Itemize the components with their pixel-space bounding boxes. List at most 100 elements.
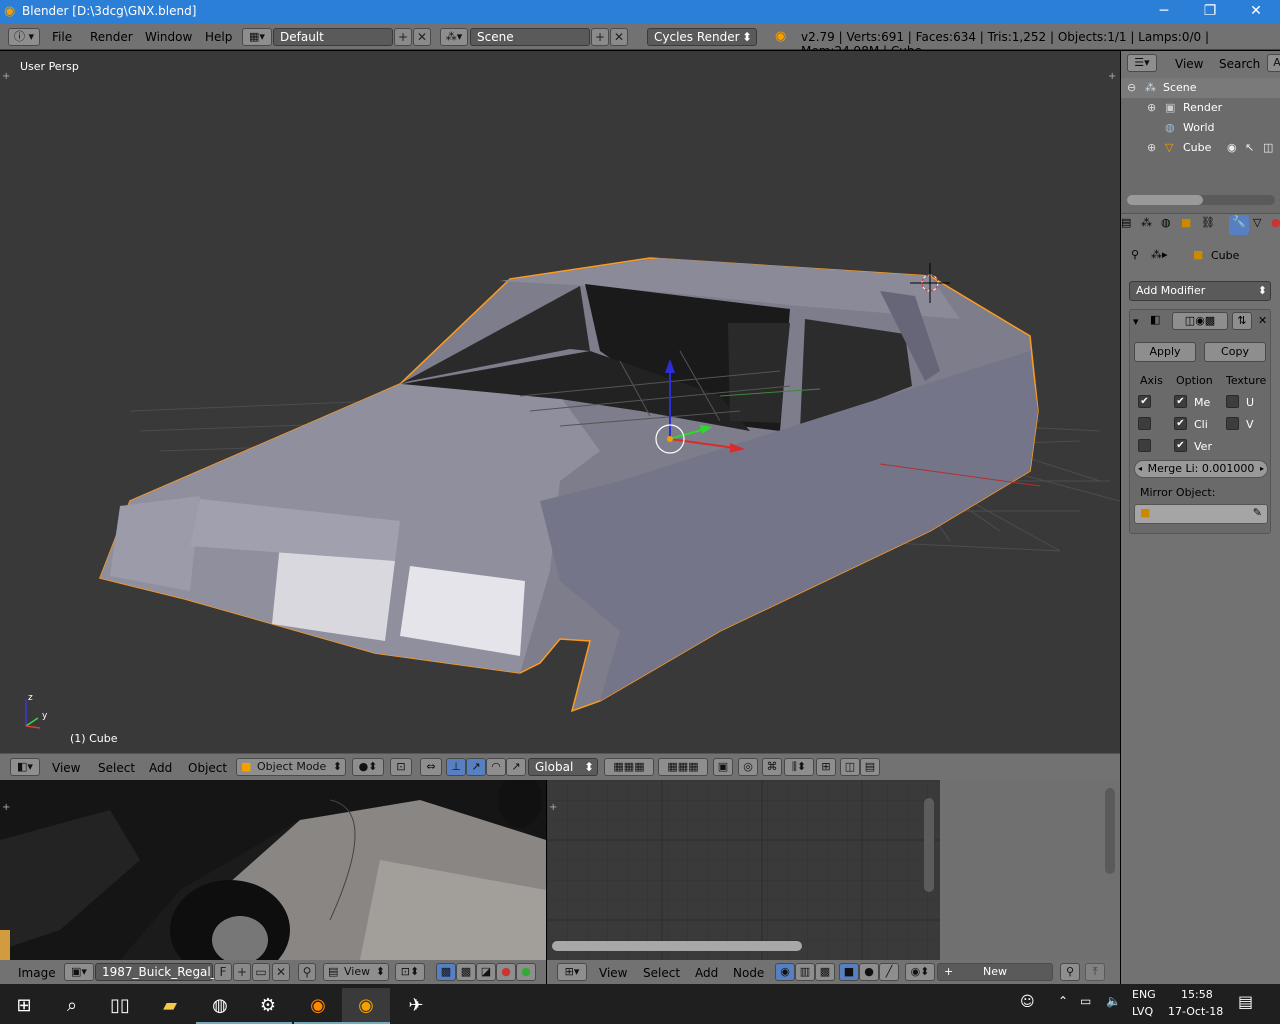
tab-material-icon[interactable]: ●	[1271, 216, 1280, 229]
tab-object-icon[interactable]: ■	[1181, 216, 1199, 229]
image-editor[interactable]: +	[0, 780, 546, 960]
editor-type-node-icon[interactable]: ⊞▾	[557, 963, 587, 981]
blender-taskbar-icon[interactable]: ◉	[342, 988, 390, 1024]
image-unlink-icon[interactable]: ✕	[272, 963, 290, 981]
file-explorer-icon[interactable]: ▰	[146, 988, 194, 1024]
merge-checkbox[interactable]: ✔	[1174, 395, 1187, 408]
expand-icon[interactable]: ⊕	[1147, 138, 1156, 158]
merge-limit-field[interactable]: ◂ Merge Li: 0.001000 ▸	[1134, 460, 1268, 478]
orientation-select[interactable]: Global ⬍	[528, 758, 598, 776]
scene-field[interactable]: Scene	[470, 28, 590, 46]
tab-world-icon[interactable]: ◍	[1161, 216, 1179, 229]
snap-element-icon[interactable]: ⫼⬍	[784, 758, 814, 776]
image-name-field[interactable]: 1987_Buick_Regal_...	[95, 963, 228, 981]
region-toggle-plus-icon[interactable]: +	[2, 71, 10, 82]
axis-z-checkbox[interactable]	[1138, 439, 1151, 452]
new-material-button[interactable]: + New	[937, 963, 1053, 981]
outliner-item-scene[interactable]: ⊖ ⁂ Scene	[1121, 78, 1280, 98]
display-mode-icon[interactable]: A	[1267, 54, 1280, 72]
collapse-icon[interactable]: ⊖	[1127, 78, 1136, 98]
snap-toggle-icon[interactable]: ⌘	[762, 758, 782, 776]
decrement-arrow-icon[interactable]: ◂	[1138, 461, 1142, 477]
keyboard-layout-indicator[interactable]: LVQ	[1132, 1005, 1153, 1018]
display-channels-icon[interactable]: ▩	[436, 963, 456, 981]
editor-type-outliner-icon[interactable]: ☰▾	[1127, 54, 1157, 72]
image-browse-icon[interactable]: ▣▾	[64, 963, 94, 981]
network-icon[interactable]: ▭	[1080, 994, 1091, 1008]
tab-render-layers-icon[interactable]: ▤	[1121, 216, 1139, 229]
render-camera-icon[interactable]: ◫	[840, 758, 860, 776]
linestyle-shader-icon[interactable]: ╱	[879, 963, 899, 981]
tab-scene-icon[interactable]: ⁂	[1141, 216, 1159, 229]
layout-field[interactable]: Default	[273, 28, 393, 46]
z-buffer-icon[interactable]: ◪	[476, 963, 496, 981]
compositing-nodes-icon[interactable]: ▥	[795, 963, 815, 981]
menu-node[interactable]: Node	[733, 966, 764, 980]
shader-nodes-icon[interactable]: ◉	[775, 963, 795, 981]
parent-tree-icon[interactable]: ⤒	[1085, 963, 1105, 981]
collapse-arrow-icon[interactable]: ▾	[1133, 315, 1139, 328]
task-view-icon[interactable]: ▯▯	[96, 988, 144, 1024]
scene-browse-icon[interactable]: ⁂▾	[440, 28, 468, 46]
region-toggle-plus-icon[interactable]: +	[549, 802, 557, 813]
outliner-item-cube[interactable]: ⊕ ▽ Cube ◉ ↖ ◫	[1121, 138, 1280, 158]
menu-search[interactable]: Search	[1219, 57, 1260, 71]
menu-view[interactable]: View	[599, 966, 627, 980]
scene-remove-icon[interactable]: ✕	[610, 28, 628, 46]
steam-icon[interactable]: ⚙	[244, 988, 292, 1024]
layers-grid-a-icon[interactable]: ▦▦▦	[604, 758, 654, 776]
layout-add-icon[interactable]: +	[394, 28, 412, 46]
translate-manipulator-icon[interactable]: ⊥	[446, 758, 466, 776]
layout-browse-icon[interactable]: ▦▾	[242, 28, 272, 46]
pin-icon[interactable]: ⚲	[298, 963, 316, 981]
editor-type-info-icon[interactable]: ⓘ ▾	[8, 28, 40, 46]
horizontal-scrollbar[interactable]	[1127, 195, 1203, 205]
3d-viewport[interactable]: User Persp z y (1) Cube + +	[0, 51, 1120, 753]
menu-select[interactable]: Select	[98, 761, 135, 775]
minimize-button[interactable]: ─	[1141, 0, 1187, 24]
fake-user-button[interactable]: F	[214, 963, 232, 981]
mirror-object-field[interactable]: ■ ✎	[1134, 504, 1268, 524]
menu-select[interactable]: Select	[643, 966, 680, 980]
manipulator-toggle-icon[interactable]: ⇔	[420, 758, 442, 776]
clipping-checkbox[interactable]: ✔	[1174, 417, 1187, 430]
windows-start-icon[interactable]: ⊞	[0, 988, 48, 1024]
axis-y-checkbox[interactable]	[1138, 417, 1151, 430]
menu-view[interactable]: View	[1175, 57, 1203, 71]
notifications-icon[interactable]: ▤	[1238, 992, 1253, 1011]
image-new-icon[interactable]: +	[233, 963, 251, 981]
vertical-scrollbar[interactable]	[1105, 788, 1115, 874]
apply-button[interactable]: Apply	[1134, 342, 1196, 362]
search-icon[interactable]: ⌕	[48, 988, 96, 1024]
menu-image[interactable]: Image	[18, 966, 56, 980]
clock-time[interactable]: 15:58	[1181, 988, 1213, 1001]
tab-modifiers-icon[interactable]: 🔧	[1229, 215, 1249, 235]
eyedropper-icon[interactable]: ✎	[1253, 506, 1262, 519]
menu-add[interactable]: Add	[149, 761, 172, 775]
game-app-icon[interactable]: ✈	[392, 988, 440, 1024]
vertex-groups-checkbox[interactable]: ✔	[1174, 439, 1187, 452]
alpha-icon[interactable]: ▩	[456, 963, 476, 981]
scene-add-icon[interactable]: +	[591, 28, 609, 46]
copy-button[interactable]: Copy	[1204, 342, 1266, 362]
tray-chevron-icon[interactable]: ⌃	[1058, 994, 1068, 1008]
increment-arrow-icon[interactable]: ▸	[1260, 461, 1264, 477]
remove-modifier-icon[interactable]: ✕	[1258, 314, 1267, 327]
people-icon[interactable]: ☺	[1020, 994, 1035, 1010]
snap-target-icon[interactable]: ⊞	[816, 758, 836, 776]
outliner-item-render[interactable]: ⊕ ▣ Render	[1121, 98, 1280, 118]
layout-remove-icon[interactable]: ✕	[413, 28, 431, 46]
menu-object[interactable]: Object	[188, 761, 227, 775]
pin-icon[interactable]: ⚲	[1131, 248, 1139, 261]
render-engine-select[interactable]: Cycles Render ⬍	[647, 28, 757, 46]
region-toggle-plus-icon[interactable]: +	[2, 802, 10, 813]
expand-icon[interactable]: ⊕	[1147, 98, 1156, 118]
render-anim-icon[interactable]: ▤	[860, 758, 880, 776]
world-shader-icon[interactable]: ●	[859, 963, 879, 981]
view-select[interactable]: ▤ View ⬍	[323, 963, 389, 981]
selectable-cursor-icon[interactable]: ↖	[1245, 138, 1254, 158]
pivot-icon[interactable]: ⊡⬍	[395, 963, 425, 981]
discord-icon[interactable]: ◍	[196, 988, 244, 1024]
menu-window[interactable]: Window	[145, 30, 192, 44]
green-channel-icon[interactable]: ●	[516, 963, 536, 981]
